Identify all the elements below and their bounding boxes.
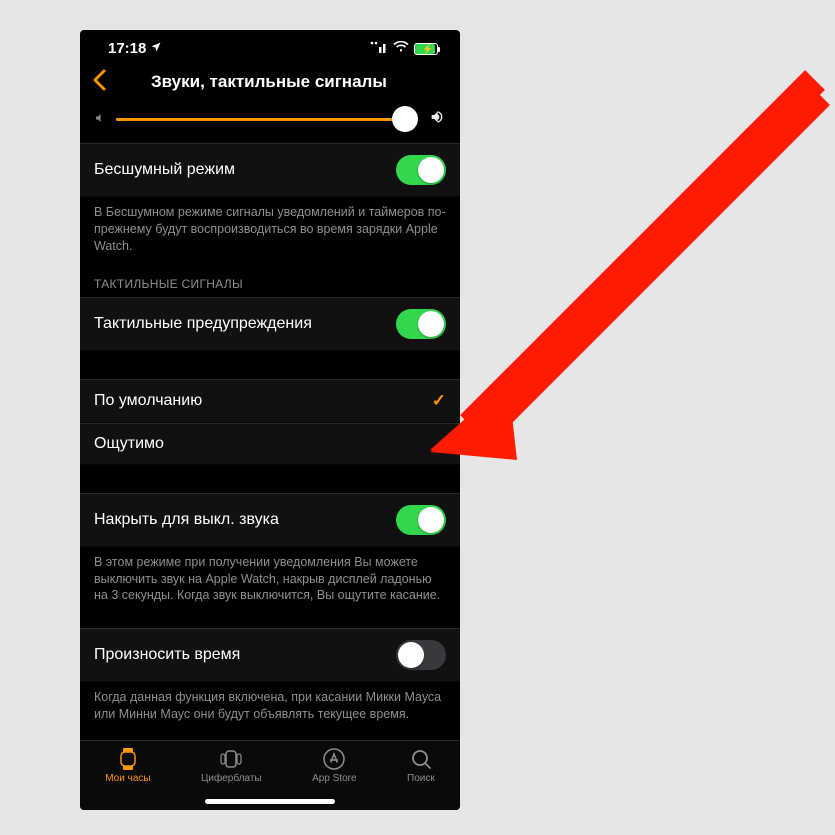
- speak-time-row[interactable]: Произносить время: [80, 628, 460, 682]
- tab-my-watch-label: Мои часы: [105, 773, 150, 784]
- silent-mode-toggle[interactable]: [396, 155, 446, 185]
- cover-to-mute-toggle[interactable]: [396, 505, 446, 535]
- tab-appstore[interactable]: App Store: [312, 747, 356, 784]
- nav-header: Звуки, тактильные сигналы: [80, 61, 460, 105]
- faces-icon: [219, 747, 243, 771]
- cover-to-mute-footer: В этом режиме при получении уведомления …: [80, 547, 460, 609]
- wifi-icon: [393, 40, 409, 57]
- tab-appstore-label: App Store: [312, 773, 356, 784]
- haptic-alerts-label: Тактильные предупреждения: [94, 315, 312, 333]
- speak-time-footer: Когда данная функция включена, при касан…: [80, 682, 460, 727]
- volume-low-icon: [94, 112, 106, 127]
- prominent-option-row[interactable]: Ощутимо: [80, 423, 460, 465]
- battery-icon: ⚡: [414, 43, 438, 55]
- search-icon: [410, 747, 432, 771]
- cover-to-mute-row[interactable]: Накрыть для выкл. звука: [80, 493, 460, 547]
- page-title: Звуки, тактильные сигналы: [116, 72, 448, 92]
- annotation-arrow: [395, 50, 835, 490]
- tab-search[interactable]: Поиск: [407, 747, 435, 784]
- checkmark-icon: ✓: [432, 391, 446, 411]
- silent-mode-row[interactable]: Бесшумный режим: [80, 143, 460, 197]
- haptic-alerts-row[interactable]: Тактильные предупреждения: [80, 297, 460, 351]
- phone-screen: 17:18 ⚡: [80, 30, 460, 810]
- volume-slider[interactable]: [116, 118, 418, 121]
- prominent-option-label: Ощутимо: [94, 435, 164, 453]
- tab-my-watch[interactable]: Мои часы: [105, 747, 150, 784]
- speak-time-toggle[interactable]: [396, 640, 446, 670]
- cellular-signal-icon: [370, 40, 388, 57]
- tab-bar: Мои часы Циферблаты App Store Поиск: [80, 740, 460, 810]
- home-indicator[interactable]: [205, 799, 335, 804]
- default-option-label: По умолчанию: [94, 392, 202, 410]
- status-time: 17:18: [108, 40, 146, 57]
- haptic-section-header: ТАКТИЛЬНЫЕ СИГНАЛЫ: [80, 259, 460, 297]
- default-option-row[interactable]: По умолчанию ✓: [80, 379, 460, 423]
- watch-icon: [118, 747, 138, 771]
- haptic-alerts-toggle[interactable]: [396, 309, 446, 339]
- silent-mode-footer: В Бесшумном режиме сигналы уведомлений и…: [80, 197, 460, 259]
- tab-faces-label: Циферблаты: [201, 773, 262, 784]
- cover-to-mute-label: Накрыть для выкл. звука: [94, 511, 279, 529]
- tab-search-label: Поиск: [407, 773, 435, 784]
- slider-thumb[interactable]: [392, 106, 418, 132]
- volume-slider-row: [80, 105, 460, 143]
- location-arrow-icon: [150, 41, 162, 56]
- tab-faces[interactable]: Циферблаты: [201, 747, 262, 784]
- appstore-icon: [323, 747, 345, 771]
- status-bar: 17:18 ⚡: [80, 30, 460, 61]
- speak-time-label: Произносить время: [94, 646, 240, 664]
- volume-high-icon: [428, 109, 446, 129]
- silent-mode-label: Бесшумный режим: [94, 161, 235, 179]
- back-button[interactable]: [92, 69, 106, 95]
